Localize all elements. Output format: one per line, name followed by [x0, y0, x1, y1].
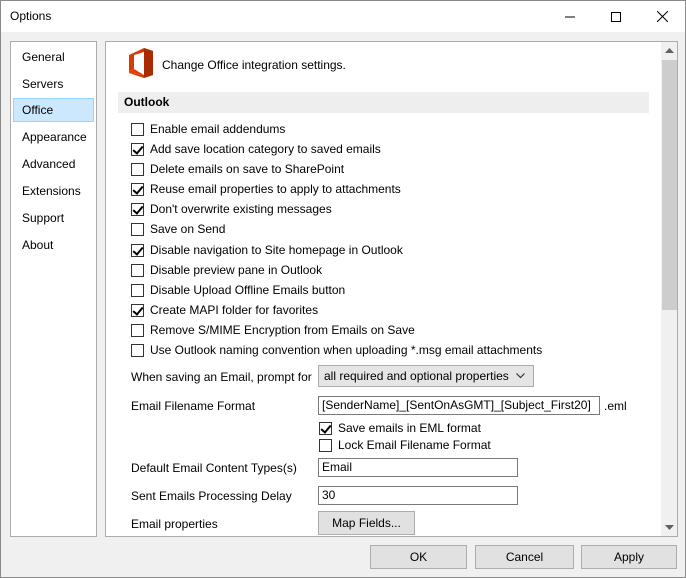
- nav-item-advanced[interactable]: Advanced: [13, 152, 94, 176]
- maximize-icon: [611, 11, 621, 22]
- section-title: Outlook: [124, 95, 170, 109]
- checkbox[interactable]: [131, 162, 144, 176]
- filename-suffix: .eml: [604, 399, 627, 413]
- checkbox-delete-emails-on-save[interactable]: Delete emails on save to SharePoint: [131, 161, 344, 177]
- checkbox[interactable]: [131, 283, 144, 297]
- checkbox[interactable]: [319, 421, 332, 435]
- nav-item-about[interactable]: About: [13, 233, 94, 257]
- cancel-button[interactable]: Cancel: [475, 545, 574, 569]
- checkbox-disable-navigation[interactable]: Disable navigation to Site homepage in O…: [131, 242, 403, 258]
- checkbox-label: Add save location category to saved emai…: [150, 142, 381, 156]
- section-header-outlook: Outlook: [118, 92, 649, 113]
- checkbox[interactable]: [131, 122, 144, 136]
- apply-button[interactable]: Apply: [581, 545, 677, 569]
- checkbox-label: Save on Send: [150, 222, 226, 236]
- scroll-up-button[interactable]: [661, 42, 677, 59]
- content-types-input[interactable]: Email: [318, 458, 518, 477]
- maximize-button[interactable]: [593, 1, 639, 32]
- checkbox[interactable]: [131, 323, 144, 337]
- chevron-down-icon: [516, 373, 525, 379]
- nav-item-support[interactable]: Support: [13, 206, 94, 230]
- scroll-up-icon: [665, 48, 674, 53]
- nav-item-servers[interactable]: Servers: [13, 72, 94, 96]
- checkbox-disable-preview-pane[interactable]: Disable preview pane in Outlook: [131, 262, 322, 278]
- checkbox-label: Lock Email Filename Format: [338, 438, 491, 452]
- map-fields-button[interactable]: Map Fields...: [318, 511, 415, 535]
- email-properties-label: Email properties: [131, 517, 218, 531]
- nav-item-general[interactable]: General: [13, 45, 94, 69]
- minimize-icon: [565, 16, 575, 17]
- nav-item-office[interactable]: Office: [13, 98, 94, 122]
- content-types-label: Default Email Content Types(s): [131, 461, 297, 475]
- nav-item-extensions[interactable]: Extensions: [13, 179, 94, 203]
- minimize-button[interactable]: [547, 1, 593, 32]
- checkbox-label: Reuse email properties to apply to attac…: [150, 182, 401, 196]
- processing-delay-label: Sent Emails Processing Delay: [131, 489, 292, 503]
- processing-delay-input[interactable]: 30: [318, 486, 518, 505]
- checkbox-lock-filename-format[interactable]: Lock Email Filename Format: [319, 437, 491, 453]
- checkbox-add-save-location-category[interactable]: Add save location category to saved emai…: [131, 141, 381, 157]
- scroll-down-icon: [665, 525, 674, 530]
- checkbox-remove-smime[interactable]: Remove S/MIME Encryption from Emails on …: [131, 322, 415, 338]
- checkbox[interactable]: [131, 182, 144, 196]
- checkbox-label: Disable preview pane in Outlook: [150, 263, 323, 277]
- checkbox-label: Remove S/MIME Encryption from Emails on …: [150, 323, 415, 337]
- checkbox-label: Disable Upload Offline Emails button: [150, 283, 346, 297]
- prompt-dropdown[interactable]: all required and optional properties: [318, 365, 534, 387]
- checkbox-label: Enable email addendums: [150, 122, 286, 136]
- checkbox-save-on-send[interactable]: Save on Send: [131, 221, 225, 237]
- checkbox[interactable]: [131, 142, 144, 156]
- checkbox[interactable]: [131, 243, 144, 257]
- prompt-label: When saving an Email, prompt for: [131, 370, 312, 384]
- filename-format-input[interactable]: [SenderName]_[SentOnAsGMT]_[Subject_Firs…: [318, 396, 600, 415]
- checkbox[interactable]: [131, 263, 144, 277]
- filename-format-label: Email Filename Format: [131, 399, 256, 413]
- checkbox[interactable]: [131, 222, 144, 236]
- checkbox-label: Save emails in EML format: [338, 421, 481, 435]
- checkbox[interactable]: [131, 343, 144, 357]
- title-bar[interactable]: Options: [1, 1, 685, 32]
- checkbox-save-eml-format[interactable]: Save emails in EML format: [319, 420, 481, 436]
- checkbox-create-mapi-folder[interactable]: Create MAPI folder for favorites: [131, 302, 318, 318]
- close-icon: [656, 11, 668, 22]
- prompt-dropdown-value: all required and optional properties: [324, 369, 509, 383]
- checkbox-label: Disable navigation to Site homepage in O…: [150, 243, 403, 257]
- vertical-scrollbar[interactable]: [661, 42, 677, 536]
- nav-item-appearance[interactable]: Appearance: [13, 125, 94, 149]
- checkbox-label: Delete emails on save to SharePoint: [150, 162, 345, 176]
- checkbox-label: Create MAPI folder for favorites: [150, 303, 319, 317]
- scroll-down-button[interactable]: [661, 519, 677, 536]
- scrollbar-thumb[interactable]: [662, 60, 677, 310]
- settings-panel: Change Office integration settings. Outl…: [105, 41, 678, 537]
- window-title: Options: [10, 9, 52, 23]
- checkbox-disable-upload-offline[interactable]: Disable Upload Offline Emails button: [131, 282, 345, 298]
- checkbox-outlook-naming-convention[interactable]: Use Outlook naming convention when uploa…: [131, 342, 542, 358]
- checkbox-reuse-email-properties[interactable]: Reuse email properties to apply to attac…: [131, 181, 401, 197]
- checkbox-enable-email-addendums[interactable]: Enable email addendums: [131, 121, 285, 137]
- options-window: Options General Servers Office Appearanc…: [0, 0, 686, 578]
- checkbox[interactable]: [131, 202, 144, 216]
- checkbox-label: Don't overwrite existing messages: [150, 202, 332, 216]
- panel-header: Change Office integration settings.: [162, 58, 346, 72]
- category-nav: General Servers Office Appearance Advanc…: [10, 41, 97, 537]
- office-logo-icon: [129, 48, 153, 78]
- checkbox-label: Use Outlook naming convention when uploa…: [150, 343, 543, 357]
- checkbox-dont-overwrite-messages[interactable]: Don't overwrite existing messages: [131, 201, 332, 217]
- checkbox[interactable]: [319, 438, 332, 452]
- ok-button[interactable]: OK: [370, 545, 467, 569]
- close-button[interactable]: [639, 1, 685, 32]
- checkbox[interactable]: [131, 303, 144, 317]
